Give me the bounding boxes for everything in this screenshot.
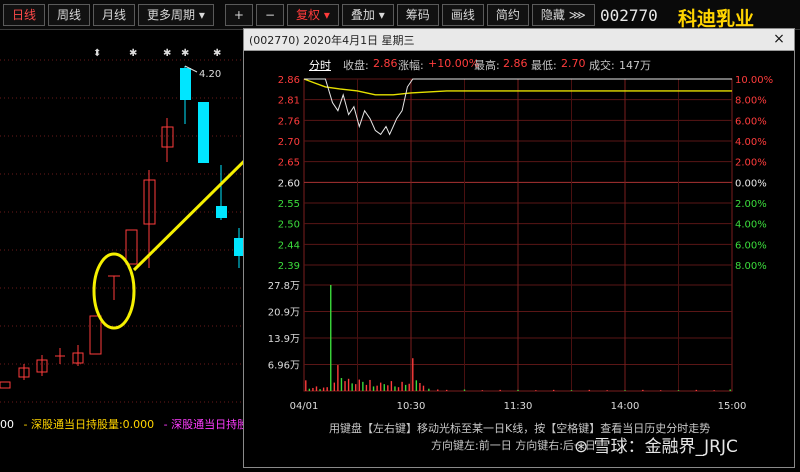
adjust-label: 复权 <box>296 7 321 22</box>
time-tick-label: 11:30 <box>504 401 533 412</box>
month-tab[interactable]: 月线 <box>93 3 136 26</box>
percent-tick-label: 10.00% <box>735 75 773 86</box>
watermark: ⊛ 雪球：金融界_JRJC <box>574 437 738 457</box>
percent-axis: 10.00% 8.00% 6.00% 4.00% 2.00% 0.00% 2.00% 4.00… <box>735 75 773 272</box>
intraday-chart[interactable]: 2.86 2.81 2.76 2.70 2.65 2.60 2.55 2.50 2.44 2.39… <box>244 29 794 467</box>
volume-axis: 27.8万 20.9万 13.9万 6.96万 <box>268 281 300 372</box>
stock-name: 科迪乳业 <box>678 8 755 30</box>
price-tick-label: 2.39 <box>278 261 300 272</box>
candle-bearish <box>198 102 209 163</box>
volume-tick-label: 20.9万 <box>268 308 300 319</box>
time-tick-label: 10:30 <box>397 401 426 412</box>
percent-tick-label: 8.00% <box>735 96 767 107</box>
adjust-dropdown[interactable]: 复权 ▾ <box>287 3 339 26</box>
candle-bearish <box>180 68 191 100</box>
chips-button[interactable]: 筹码 <box>396 3 439 26</box>
price-tick-label: 2.65 <box>278 158 300 169</box>
week-tab[interactable]: 周线 <box>48 3 91 26</box>
candle-bullish <box>89 315 102 355</box>
holdings-text-cut: - 深股通当日持股 <box>163 418 249 431</box>
more-arrow-icon: ⋙ <box>568 7 586 22</box>
price-tick-label: 2.60 <box>278 178 300 189</box>
time-tick-label: 14:00 <box>611 401 640 412</box>
volume-tick-label: 13.9万 <box>268 334 300 345</box>
percent-tick-label: 8.00% <box>735 261 767 272</box>
day-tab[interactable]: 日线 <box>3 3 46 26</box>
northbound-holdings-line: 00 - 深股通当日持股量:0.000 - 深股通当日持股 <box>0 416 254 432</box>
ex-rights-marker: ✱ <box>163 48 171 59</box>
percent-tick-label: 4.00% <box>735 137 767 148</box>
candle-bullish <box>125 229 138 265</box>
ex-rights-marker: ✱ <box>181 48 189 59</box>
ex-rights-marker: ✱ <box>213 48 221 59</box>
percent-tick-label: 0.00% <box>735 178 767 189</box>
percent-tick-label: 6.00% <box>735 240 767 251</box>
candle-bearish <box>234 238 243 256</box>
arrow-key-help-text: 方向键左:前一日 方向键右:后一日 <box>431 439 596 452</box>
overlay-label: 叠加 <box>350 7 375 22</box>
price-tick-label: 2.76 <box>278 116 300 127</box>
zoom-in-button[interactable]: + <box>224 3 253 26</box>
period-toolbar: 日线 周线 月线 更多周期 ▾ + − 复权 ▾ 叠加 ▾ 筹码 画线 简约 隐… <box>0 0 800 30</box>
chevron-down-icon: ▾ <box>323 7 330 22</box>
time-axis: 04/01 10:30 11:30 14:00 15:00 <box>290 401 747 412</box>
intraday-grid <box>303 78 733 392</box>
chevron-down-icon: ▾ <box>198 7 205 22</box>
stock-code: 002770 <box>600 6 658 25</box>
hide-button[interactable]: 隐藏 ⋙ <box>531 3 595 26</box>
percent-tick-label: 2.00% <box>735 199 767 210</box>
volume-tick-label: 6.96万 <box>268 361 300 372</box>
more-periods-label: 更多周期 <box>147 7 196 22</box>
hide-label: 隐藏 <box>540 7 565 22</box>
draw-line-button[interactable]: 画线 <box>441 3 484 26</box>
price-axis: 2.86 2.81 2.76 2.70 2.65 2.60 2.55 2.50 2.44 2.39 <box>278 75 300 272</box>
candles: 4.20 <box>0 65 243 389</box>
overlay-dropdown[interactable]: 叠加 ▾ <box>341 3 394 26</box>
holdings-value: 00 <box>0 418 14 431</box>
more-periods-dropdown[interactable]: 更多周期 ▾ <box>138 3 214 26</box>
percent-tick-label: 6.00% <box>735 116 767 127</box>
kline-high-label: 4.20 <box>199 69 221 80</box>
zoom-out-button[interactable]: − <box>255 3 285 26</box>
candle-bearish <box>0 381 11 389</box>
volume-tick-label: 27.8万 <box>268 281 300 292</box>
price-tick-label: 2.55 <box>278 199 300 210</box>
time-tick-label: 15:00 <box>718 401 747 412</box>
chevron-down-icon: ▾ <box>378 7 385 22</box>
intraday-history-popup: (002770) 2020年4月1日 星期三 × 分时 收盘: 2.86 涨幅:… <box>243 28 795 468</box>
brief-button[interactable]: 简约 <box>486 3 529 26</box>
price-tick-label: 2.81 <box>278 96 300 107</box>
price-tick-label: 2.50 <box>278 220 300 231</box>
ex-rights-marker: ⬍ <box>93 48 101 59</box>
price-tick-label: 2.44 <box>278 240 300 251</box>
holdings-text: - 深股通当日持股量:0.000 <box>23 418 155 431</box>
time-tick-label: 04/01 <box>290 401 319 412</box>
ex-rights-marker: ✱ <box>129 48 137 59</box>
percent-tick-label: 4.00% <box>735 220 767 231</box>
price-tick-label: 2.70 <box>278 137 300 148</box>
price-tick-label: 2.86 <box>278 75 300 86</box>
candle-bearish <box>216 206 227 218</box>
percent-tick-label: 2.00% <box>735 158 767 169</box>
